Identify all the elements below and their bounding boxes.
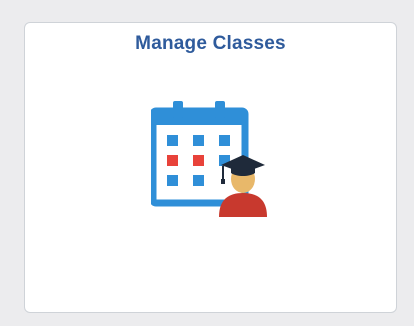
tile-title: Manage Classes	[135, 33, 286, 54]
manage-classes-tile[interactable]: Manage Classes	[24, 22, 397, 313]
calendar-graduate-icon	[151, 101, 267, 217]
